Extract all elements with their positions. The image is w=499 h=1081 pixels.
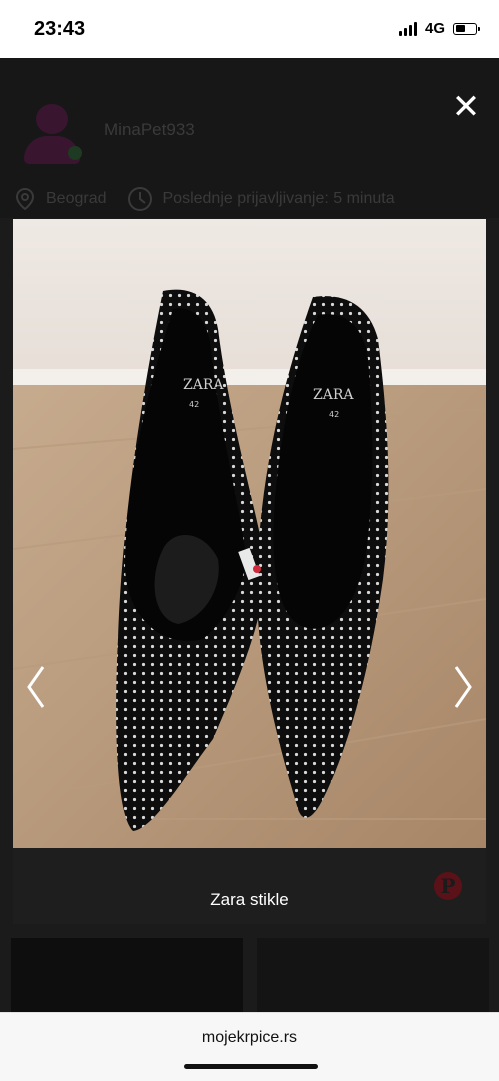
signal-icon (398, 21, 417, 36)
online-indicator (68, 146, 82, 160)
listing-gallery-overlay: MinaPet933 ✕ Beograd Poslednje prijavlji… (0, 58, 499, 1012)
battery-level (455, 25, 466, 32)
close-icon[interactable]: ✕ (449, 90, 483, 124)
location-pin-icon (15, 187, 35, 211)
avatar[interactable] (20, 102, 84, 166)
caption-background (13, 848, 486, 924)
photo-caption: Zara stikle (210, 890, 289, 909)
seller-meta: Beograd Poslednje prijavljivanje: 5 minu… (14, 186, 395, 212)
last-login: Poslednje prijavljivanje: 5 minuta (162, 190, 395, 207)
chevron-left-icon[interactable] (21, 657, 51, 717)
home-indicator (184, 1064, 318, 1069)
browser-url-bar[interactable]: mojekrpice.rs (0, 1012, 499, 1081)
shoe-brand-right: ZARA (313, 387, 354, 403)
url-text[interactable]: mojekrpice.rs (0, 1029, 499, 1047)
seller-location: Beograd (46, 190, 107, 207)
status-bar: 23:43 4G (0, 0, 499, 58)
listing-photo[interactable]: ZARA 42 ZARA 42 (13, 219, 486, 848)
battery-icon (453, 22, 480, 35)
thumbnail[interactable] (11, 938, 243, 1012)
thumbnail[interactable] (257, 938, 489, 1012)
shoes-photo: ZARA 42 ZARA 42 (13, 219, 486, 848)
clock-icon (127, 187, 152, 211)
svg-text:42: 42 (329, 410, 339, 419)
network-type: 4G (424, 20, 445, 37)
status-time: 23:43 (34, 18, 86, 40)
chevron-right-icon[interactable] (448, 657, 478, 717)
seller-username[interactable]: MinaPet933 (104, 120, 195, 140)
svg-text:42: 42 (189, 400, 199, 409)
seller-header: MinaPet933 ✕ Beograd Poslednje prijavlji… (0, 58, 499, 218)
status-indicators: 4G (398, 20, 480, 37)
shoe-brand-left: ZARA (183, 377, 224, 393)
